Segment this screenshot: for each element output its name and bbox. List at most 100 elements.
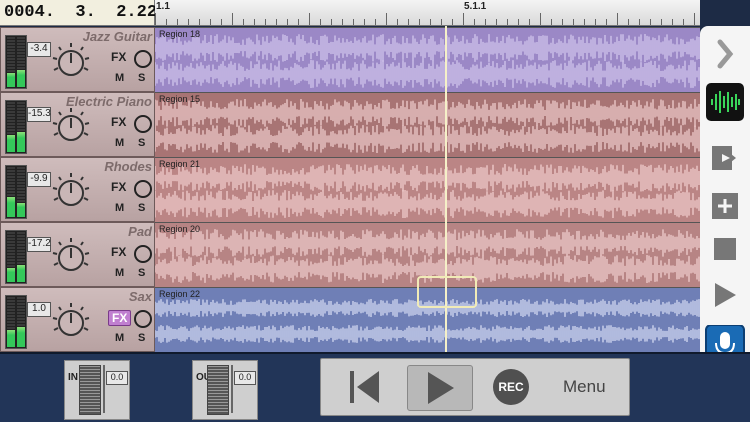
ruler-tick [166, 19, 167, 25]
region-label: Region 22 [159, 289, 201, 299]
track-level-meter [5, 100, 27, 154]
ruler-tick [529, 19, 530, 25]
pan-knob[interactable] [51, 172, 91, 212]
pan-knob[interactable] [51, 107, 91, 147]
ruler-tick [298, 19, 299, 25]
ruler-tick [485, 19, 486, 25]
fx-button[interactable]: FX [111, 50, 126, 64]
solo-button[interactable]: S [138, 332, 145, 344]
ruler-tick [265, 19, 266, 25]
stop-icon[interactable] [700, 236, 750, 267]
track-header[interactable]: 1.0 Sax FX M S [0, 287, 155, 352]
ruler-tick [606, 19, 607, 25]
ruler-tick [232, 13, 233, 25]
output-gain-slider[interactable] [231, 365, 233, 413]
loop-selection-handle[interactable] [417, 276, 477, 308]
output-level-meter [207, 365, 229, 415]
fx-button[interactable]: FX [108, 310, 132, 326]
pan-knob[interactable] [51, 302, 91, 342]
record-button[interactable]: REC [493, 369, 529, 405]
track-volume-value[interactable]: -17.2 [27, 237, 51, 252]
right-tool-panel [700, 26, 750, 396]
output-gain-value: 0.0 [234, 371, 256, 385]
track-region[interactable]: Region 18 [155, 27, 700, 92]
record-arm-button[interactable] [134, 245, 152, 263]
solo-button[interactable]: S [138, 72, 145, 84]
track-name[interactable]: Pad [128, 224, 152, 239]
mute-button[interactable]: M [115, 267, 124, 279]
timeline-ruler[interactable]: 1.1 5.1.1 [155, 0, 700, 26]
fx-button[interactable]: FX [111, 245, 126, 259]
position-counter[interactable]: 0004. 3. 2.221 [0, 0, 167, 26]
ruler-tick [694, 13, 695, 25]
track-region[interactable]: Region 21 [155, 157, 700, 222]
rewind-button[interactable] [347, 367, 383, 412]
ruler-tick [364, 19, 365, 25]
track-volume-value[interactable]: 1.0 [27, 302, 51, 317]
add-track-icon[interactable] [700, 190, 750, 225]
track-name[interactable]: Jazz Guitar [83, 29, 152, 44]
chevron-right-icon[interactable] [700, 36, 750, 77]
record-arm-button[interactable] [134, 50, 152, 68]
ruler-tick [463, 13, 464, 25]
ruler-tick [595, 19, 596, 25]
ruler-tick [540, 13, 541, 25]
record-arm-button[interactable] [134, 180, 152, 198]
track-volume-value[interactable]: -9.9 [27, 172, 51, 187]
output-meter-panel[interactable]: OUT 0.0 [192, 360, 258, 420]
region-label: Region 20 [159, 224, 201, 234]
ruler-tick [221, 19, 222, 25]
import-icon[interactable] [700, 142, 750, 179]
track-name[interactable]: Sax [129, 289, 152, 304]
track-header[interactable]: -15.3 Electric Piano FX M S [0, 92, 155, 157]
track-name[interactable]: Rhodes [104, 159, 152, 174]
ruler-tick [199, 19, 200, 25]
track-region[interactable]: Region 15 [155, 92, 700, 157]
mute-button[interactable]: M [115, 137, 124, 149]
ruler-tick [496, 19, 497, 25]
input-gain-slider[interactable] [103, 365, 105, 413]
fx-button[interactable]: FX [111, 180, 126, 194]
track-level-meter [5, 35, 27, 89]
ruler-tick [661, 19, 662, 25]
record-arm-button[interactable] [134, 310, 152, 328]
ruler-tick [562, 19, 563, 25]
input-label: IN [68, 372, 78, 383]
ruler-tick [518, 19, 519, 25]
mute-button[interactable]: M [115, 332, 124, 344]
record-arm-button[interactable] [134, 115, 152, 133]
region-label: Region 18 [159, 29, 201, 39]
input-meter-panel[interactable]: IN 0.0 [64, 360, 130, 420]
pan-knob[interactable] [51, 42, 91, 82]
input-gain-value: 0.0 [106, 371, 128, 385]
track-header[interactable]: -9.9 Rhodes FX M S [0, 157, 155, 222]
solo-button[interactable]: S [138, 267, 145, 279]
play-button[interactable] [407, 365, 473, 411]
track-level-meter [5, 295, 27, 349]
mute-button[interactable]: M [115, 202, 124, 214]
region-label: Region 15 [159, 94, 201, 104]
fx-button[interactable]: FX [111, 115, 126, 129]
ruler-tick [507, 19, 508, 25]
solo-button[interactable]: S [138, 202, 145, 214]
track-header[interactable]: -17.2 Pad FX M S [0, 222, 155, 287]
mute-button[interactable]: M [115, 72, 124, 84]
solo-button[interactable]: S [138, 137, 145, 149]
track-name[interactable]: Electric Piano [66, 94, 152, 109]
track-header[interactable]: -3.4 Jazz Guitar FX M S [0, 27, 155, 92]
ruler-tick [243, 19, 244, 25]
ruler-tick [155, 13, 156, 25]
menu-button[interactable]: Menu [563, 377, 606, 397]
ruler-tick [386, 13, 387, 25]
track-level-meter [5, 230, 27, 284]
track-volume-value[interactable]: -15.3 [27, 107, 51, 122]
track-volume-value[interactable]: -3.4 [27, 42, 51, 57]
input-level-meter [79, 365, 101, 415]
play-icon[interactable] [700, 280, 750, 315]
ruler-tick [375, 19, 376, 25]
ruler-tick [287, 19, 288, 25]
ruler-label-start: 1.1 [156, 1, 170, 12]
output-label: OUT [196, 373, 217, 383]
pan-knob[interactable] [51, 237, 91, 277]
waveform-icon[interactable] [700, 83, 750, 126]
